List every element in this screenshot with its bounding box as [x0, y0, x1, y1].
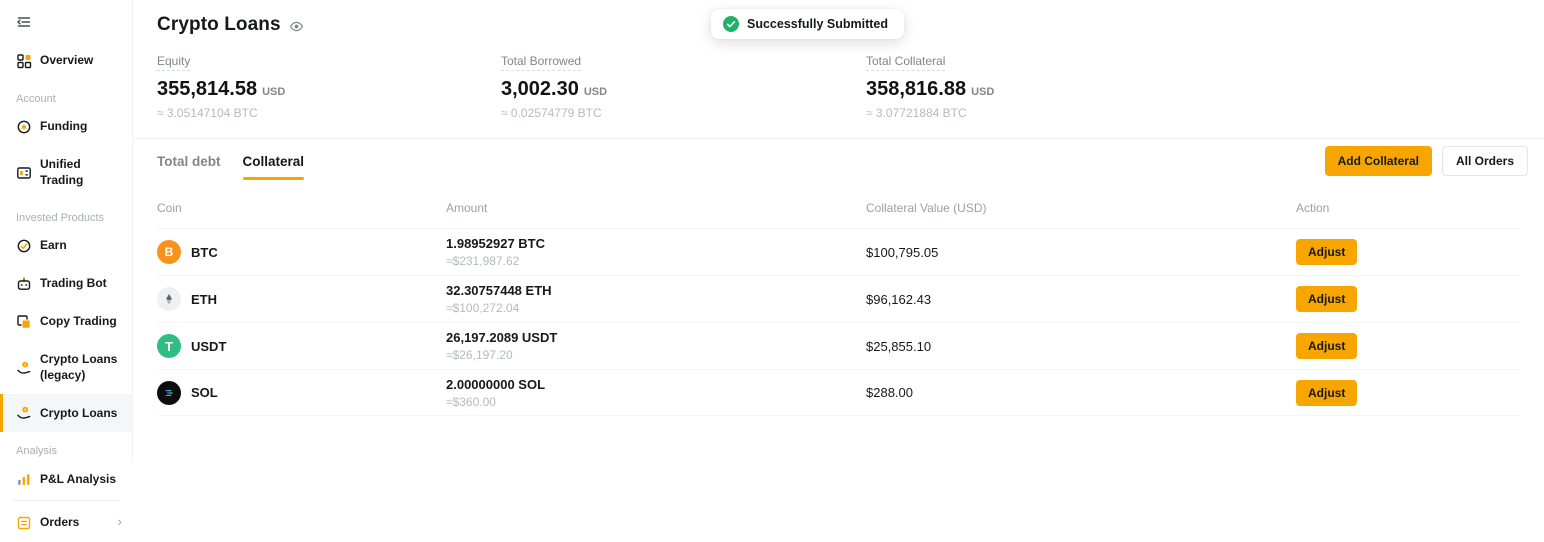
coin-symbol: BTC — [191, 245, 218, 260]
amount-value: 32.30757448 ETH — [446, 283, 866, 298]
sidebar-item-label: Trading Bot — [40, 276, 124, 292]
coin-symbol: USDT — [191, 339, 226, 354]
sidebar-item-crypto-loans-legacy[interactable]: Crypto Loans (legacy) — [0, 341, 132, 394]
adjust-button[interactable]: Adjust — [1296, 333, 1357, 359]
col-header-action: Action — [1296, 201, 1520, 215]
stat-value: 358,816.88 — [866, 78, 966, 101]
col-header-collateral-value: Collateral Value (USD) — [866, 201, 1296, 215]
coin-symbol: SOL — [191, 385, 218, 400]
amount-value: 1.98952927 BTC — [446, 236, 866, 251]
amount-usd: ≈$360.00 — [446, 395, 866, 409]
page-title: Crypto Loans — [157, 14, 281, 36]
sidebar-item-orders[interactable]: Orders › — [0, 503, 132, 542]
stat-approx-btc: ≈ 3.05147104 BTC — [157, 106, 501, 120]
overview-grid-icon — [16, 53, 32, 69]
table-row: ETH 32.30757448 ETH ≈$100,272.04 $96,162… — [157, 275, 1520, 322]
stat-label: Total Borrowed — [501, 54, 581, 71]
crypto-loans-legacy-icon — [16, 360, 32, 376]
amount-usd: ≈$100,272.04 — [446, 301, 866, 315]
btc-icon: B — [157, 240, 181, 264]
toast-message: Successfully Submitted — [747, 17, 888, 31]
collateral-table: Coin Amount Collateral Value (USD) Actio… — [133, 191, 1544, 416]
sol-icon — [157, 381, 181, 405]
trading-bot-icon — [16, 276, 32, 292]
stat-label: Equity — [157, 54, 190, 71]
sidebar-item-label: Overview — [40, 53, 124, 69]
main-content: Crypto Loans Equity 355,814.58 USD ≈ 3.0… — [133, 0, 1544, 463]
pnl-analysis-icon — [16, 471, 32, 487]
sidebar: Overview Account Funding Unified Trading… — [0, 0, 133, 463]
collateral-value: $288.00 — [866, 385, 1296, 400]
coin-symbol: ETH — [191, 292, 217, 307]
stat-equity: Equity 355,814.58 USD ≈ 3.05147104 BTC — [157, 52, 501, 120]
sidebar-item-label: Crypto Loans (legacy) — [40, 352, 124, 383]
all-orders-button[interactable]: All Orders — [1442, 146, 1528, 176]
stat-total-collateral: Total Collateral 358,816.88 USD ≈ 3.0772… — [866, 52, 994, 120]
amount-usd: ≈$231,987.62 — [446, 254, 866, 268]
tab-bar: Total debt Collateral Add Collateral All… — [133, 139, 1544, 183]
sidebar-item-copy-trading[interactable]: Copy Trading — [0, 303, 132, 341]
crypto-loans-icon — [16, 405, 32, 421]
sidebar-item-earn[interactable]: Earn — [0, 227, 132, 265]
stat-value: 355,814.58 — [157, 78, 257, 101]
sidebar-item-funding[interactable]: Funding — [0, 108, 132, 146]
stat-currency: USD — [971, 86, 994, 98]
sidebar-section-account: Account — [0, 80, 132, 108]
sidebar-item-label: Copy Trading — [40, 314, 124, 330]
collateral-value: $96,162.43 — [866, 292, 1296, 307]
sidebar-section-invested-products: Invested Products — [0, 199, 132, 227]
stat-approx-btc: ≈ 0.02574779 BTC — [501, 106, 866, 120]
tab-total-debt[interactable]: Total debt — [157, 139, 221, 183]
success-check-icon — [723, 16, 739, 32]
sidebar-item-label: Orders — [40, 515, 110, 531]
sidebar-divider — [12, 500, 120, 501]
orders-icon — [16, 515, 32, 531]
collateral-value: $100,795.05 — [866, 245, 1296, 260]
unified-trading-icon — [16, 165, 32, 181]
sidebar-section-analysis: Analysis — [0, 432, 132, 460]
sidebar-item-label: P&L Analysis — [40, 472, 124, 488]
table-row: B BTC 1.98952927 BTC ≈$231,987.62 $100,7… — [157, 228, 1520, 275]
amount-value: 26,197.2089 USDT — [446, 330, 866, 345]
stat-currency: USD — [262, 86, 285, 98]
sidebar-item-trading-bot[interactable]: Trading Bot — [0, 265, 132, 303]
add-collateral-button[interactable]: Add Collateral — [1325, 146, 1432, 176]
eye-icon[interactable] — [289, 19, 304, 34]
stat-value: 3,002.30 — [501, 78, 579, 101]
table-header-row: Coin Amount Collateral Value (USD) Actio… — [157, 191, 1520, 228]
amount-usd: ≈$26,197.20 — [446, 348, 866, 362]
collapse-sidebar-icon[interactable] — [0, 12, 132, 32]
sidebar-item-overview[interactable]: Overview — [0, 42, 132, 80]
sidebar-item-label: Earn — [40, 238, 124, 254]
earn-icon — [16, 238, 32, 254]
stat-label: Total Collateral — [866, 54, 945, 71]
eth-icon — [157, 287, 181, 311]
sidebar-item-pnl-analysis[interactable]: P&L Analysis — [0, 460, 132, 498]
sidebar-item-crypto-loans[interactable]: Crypto Loans — [0, 394, 132, 432]
sidebar-item-unified-trading[interactable]: Unified Trading — [0, 146, 132, 199]
adjust-button[interactable]: Adjust — [1296, 380, 1357, 406]
sidebar-item-label: Unified Trading — [40, 157, 124, 188]
col-header-coin: Coin — [157, 201, 446, 215]
col-header-amount: Amount — [446, 201, 866, 215]
usdt-icon: T — [157, 334, 181, 358]
stat-currency: USD — [584, 86, 607, 98]
toast-notification: Successfully Submitted — [711, 9, 904, 39]
collateral-value: $25,855.10 — [866, 339, 1296, 354]
table-row: T USDT 26,197.2089 USDT ≈$26,197.20 $25,… — [157, 322, 1520, 369]
tab-collateral[interactable]: Collateral — [243, 139, 305, 183]
chevron-right-icon: › — [118, 514, 124, 531]
sidebar-item-label: Funding — [40, 119, 124, 135]
adjust-button[interactable]: Adjust — [1296, 239, 1357, 265]
funding-coin-icon — [16, 119, 32, 135]
amount-value: 2.00000000 SOL — [446, 377, 866, 392]
stat-approx-btc: ≈ 3.07721884 BTC — [866, 106, 994, 120]
copy-trading-icon — [16, 314, 32, 330]
sidebar-item-label: Crypto Loans — [40, 406, 124, 422]
stat-total-borrowed: Total Borrowed 3,002.30 USD ≈ 0.02574779… — [501, 52, 866, 120]
stats-row: Equity 355,814.58 USD ≈ 3.05147104 BTC T… — [157, 52, 1520, 120]
adjust-button[interactable]: Adjust — [1296, 286, 1357, 312]
table-row: SOL 2.00000000 SOL ≈$360.00 $288.00 Adju… — [157, 369, 1520, 416]
